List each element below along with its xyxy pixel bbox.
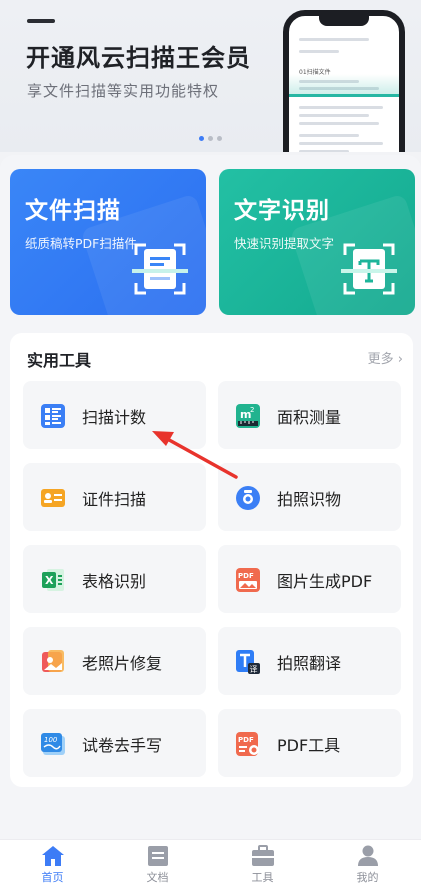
more-link[interactable]: 更多 › [368, 348, 403, 367]
tools-panel: 实用工具 更多 › 扫描计数 m 2 面积测量 证件扫描 拍照识物 X 表格识别… [10, 333, 413, 787]
more-label: 更多 [367, 352, 394, 367]
feature-subtitle: 纸质稿转PDF扫描件 [25, 236, 137, 251]
svg-text:PDF: PDF [238, 736, 254, 744]
tool-label: 证件扫描 [82, 490, 147, 509]
tool-photo-restore[interactable]: 老照片修复 [23, 627, 206, 695]
banner-subtitle: 享文件扫描等实用功能特权 [27, 82, 220, 100]
carousel-dot[interactable] [199, 136, 204, 141]
bottom-nav: 首页 文档 工具 我的 [0, 839, 421, 885]
nav-profile[interactable]: 我的 [315, 840, 420, 885]
scan-count-icon [41, 404, 65, 428]
nav-label: 文档 [146, 871, 169, 884]
document-scan-card[interactable]: 文件扫描 纸质稿转PDF扫描件 [10, 169, 206, 315]
excel-table-icon: X [42, 569, 64, 591]
banner-title: 开通风云扫描王会员 [26, 44, 251, 72]
tool-label: PDF工具 [277, 736, 341, 755]
nav-label: 工具 [251, 871, 274, 884]
tool-table-recognition[interactable]: X 表格识别 [23, 545, 206, 613]
tool-label: 拍照识物 [277, 490, 342, 509]
scan-line [289, 94, 399, 97]
svg-text:2: 2 [250, 406, 254, 414]
feature-title: 文件扫描 [25, 198, 121, 224]
phone-illustration: 01扫描文件 [283, 10, 405, 152]
vip-banner[interactable]: 开通风云扫描王会员 享文件扫描等实用功能特权 01扫描文件 [0, 0, 421, 152]
photo-identify-icon [236, 486, 260, 510]
document-icon [148, 846, 168, 866]
svg-text:X: X [45, 574, 54, 587]
tool-scan-count[interactable]: 扫描计数 [23, 381, 206, 449]
svg-text:译: 译 [250, 665, 258, 674]
text-recognition-card[interactable]: 文字识别 快速识别提取文字 [219, 169, 415, 315]
banner-dash [27, 19, 55, 23]
home-icon [42, 846, 64, 866]
tool-image-to-pdf[interactable]: PDF 图片生成PDF [218, 545, 401, 613]
nav-tools[interactable]: 工具 [210, 840, 315, 885]
nav-label: 我的 [356, 871, 379, 884]
tool-label: 扫描计数 [82, 408, 147, 427]
tool-id-card-scan[interactable]: 证件扫描 [23, 463, 206, 531]
tool-area-measure[interactable]: m 2 面积测量 [218, 381, 401, 449]
carousel-dot[interactable] [208, 136, 213, 141]
tool-label: 图片生成PDF [277, 572, 373, 591]
document-scan-icon [132, 243, 188, 295]
chevron-right-icon: › [393, 352, 403, 367]
photo-translate-icon: 译 [236, 650, 260, 674]
nav-home[interactable]: 首页 [0, 840, 105, 885]
carousel-dots[interactable] [199, 136, 222, 141]
nav-documents[interactable]: 文档 [105, 840, 210, 885]
exam-remove-handwriting-icon: 100 [41, 733, 65, 755]
tool-label: 面积测量 [277, 408, 342, 427]
photo-restore-icon [42, 650, 64, 672]
tool-exam-remove-handwriting[interactable]: 100 试卷去手写 [23, 709, 206, 777]
feature-subtitle: 快速识别提取文字 [234, 236, 335, 251]
feature-title: 文字识别 [234, 198, 330, 224]
tools-title: 实用工具 [27, 351, 92, 370]
area-measure-icon: m 2 [236, 404, 260, 428]
tool-label: 表格识别 [82, 572, 147, 591]
text-recognition-icon [341, 243, 397, 295]
tool-label: 拍照翻译 [277, 654, 342, 673]
svg-text:100: 100 [44, 736, 58, 744]
nav-label: 首页 [41, 871, 64, 884]
id-card-scan-icon [41, 489, 65, 507]
tool-photo-translate[interactable]: 译 拍照翻译 [218, 627, 401, 695]
svg-text:PDF: PDF [238, 572, 254, 580]
tool-label: 试卷去手写 [82, 736, 163, 755]
user-icon [358, 845, 378, 866]
tool-pdf-tools[interactable]: PDF PDF工具 [218, 709, 401, 777]
carousel-dot[interactable] [217, 136, 222, 141]
tool-photo-identify[interactable]: 拍照识物 [218, 463, 401, 531]
tool-label: 老照片修复 [82, 654, 163, 673]
pdf-tools-icon: PDF [236, 732, 259, 756]
image-to-pdf-icon: PDF [236, 568, 260, 592]
toolbox-icon [252, 845, 274, 866]
